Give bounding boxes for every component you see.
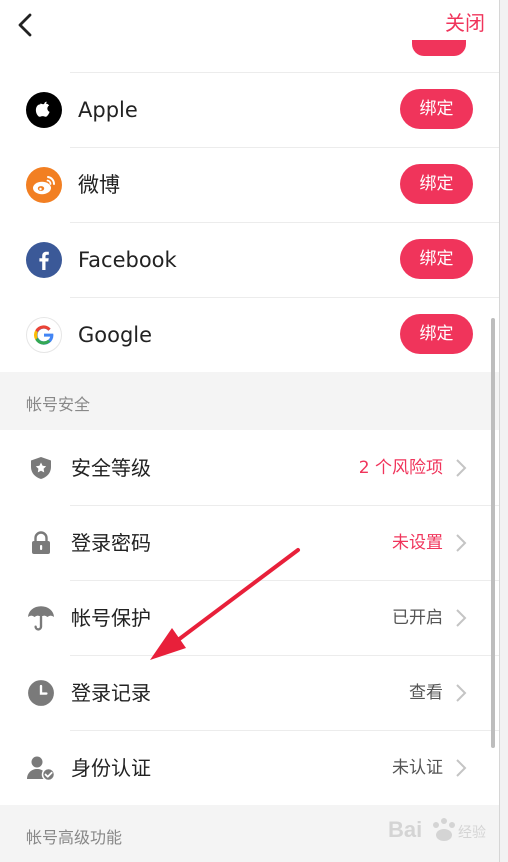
svg-text:经验: 经验 (458, 825, 486, 841)
bind-button-apple[interactable]: 绑定 (400, 89, 473, 129)
bind-row-weibo: 微博 绑定 (0, 148, 499, 222)
section-header-security: 帐号安全 (0, 372, 499, 430)
chevron-right-icon (456, 684, 467, 702)
section-title: 帐号高级功能 (26, 828, 123, 847)
sec-value: 已开启 (392, 608, 443, 628)
sec-value: 未设置 (392, 533, 443, 553)
back-button[interactable] (14, 12, 38, 38)
sec-label: 登录密码 (71, 531, 151, 555)
clock-icon (28, 680, 54, 706)
bind-row-facebook: Facebook 绑定 (0, 223, 499, 297)
weibo-logo-icon (26, 167, 62, 203)
sec-label: 帐号保护 (71, 606, 151, 630)
sec-row-login-password[interactable]: 登录密码 未设置 (0, 506, 499, 580)
bind-name: Google (78, 323, 153, 347)
google-logo-icon (26, 317, 62, 353)
sec-label: 安全等级 (71, 456, 151, 480)
facebook-logo-icon (26, 242, 62, 278)
chevron-right-icon (456, 759, 467, 777)
sec-row-account-protection[interactable]: 帐号保护 已开启 (0, 581, 499, 655)
settings-screen: 关闭 Apple 绑定 微博 绑定 Facebook 绑定 Google 绑定 … (0, 0, 499, 862)
umbrella-icon (28, 606, 54, 631)
watermark-logo: Bai 经验 (388, 805, 488, 855)
bind-row-apple: Apple 绑定 (0, 73, 499, 147)
sec-value: 查看 (409, 683, 443, 703)
bind-row-google: Google 绑定 (0, 298, 499, 372)
shield-icon (31, 457, 51, 479)
chevron-right-icon (456, 609, 467, 627)
bind-button-partial[interactable] (412, 40, 466, 56)
bind-button-facebook[interactable]: 绑定 (400, 239, 473, 279)
apple-logo-icon (26, 92, 62, 128)
lock-icon (32, 531, 50, 554)
close-button[interactable]: 关闭 (445, 9, 485, 37)
bind-name: Apple (78, 98, 138, 122)
bind-name: Facebook (78, 248, 177, 272)
sec-label: 登录记录 (71, 681, 151, 705)
bind-button-weibo[interactable]: 绑定 (400, 164, 473, 204)
sec-label: 身份认证 (71, 756, 151, 780)
sec-row-security-level[interactable]: 安全等级 2 个风险项 (0, 431, 499, 505)
chevron-left-icon (18, 13, 32, 37)
sec-value: 未认证 (392, 758, 443, 778)
sec-value: 2 个风险项 (358, 458, 443, 478)
chevron-right-icon (456, 534, 467, 552)
chevron-right-icon (456, 459, 467, 477)
section-title: 帐号安全 (26, 395, 91, 414)
bind-name: 微博 (78, 173, 120, 197)
bind-button-google[interactable]: 绑定 (400, 314, 473, 354)
sec-row-identity-verification[interactable]: 身份认证 未认证 (0, 731, 499, 805)
scrollbar[interactable] (491, 318, 495, 748)
window-edge (499, 0, 508, 862)
user-verified-icon (27, 756, 56, 781)
sec-row-login-records[interactable]: 登录记录 查看 (0, 656, 499, 730)
svg-text:Bai: Bai (388, 817, 422, 842)
